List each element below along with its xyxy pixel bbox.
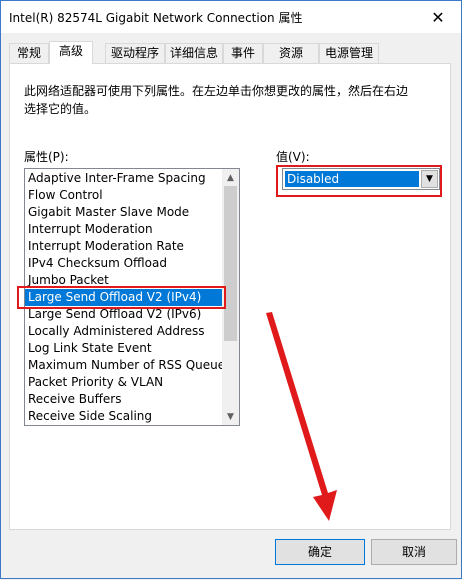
property-list-item[interactable]: Interrupt Moderation Rate	[25, 238, 223, 255]
tab-resources[interactable]: 资源	[263, 43, 319, 63]
cancel-button[interactable]: 取消	[371, 539, 457, 565]
ok-button[interactable]: 确定	[275, 539, 365, 565]
tab-general[interactable]: 常规	[9, 43, 49, 63]
tab-driver[interactable]: 驱动程序	[105, 43, 165, 63]
selected-item-highlight-box	[17, 286, 226, 309]
value-label: 值(V):	[276, 150, 310, 164]
tab-details[interactable]: 详细信息	[165, 43, 223, 63]
window-title: Intel(R) 82574L Gigabit Network Connecti…	[9, 11, 303, 25]
property-list-item[interactable]: Receive Side Scaling	[25, 408, 223, 425]
property-list-item[interactable]: Gigabit Master Slave Mode	[25, 204, 223, 221]
tab-events[interactable]: 事件	[223, 43, 263, 63]
scroll-up-icon[interactable]: ▲	[222, 169, 239, 186]
property-label: 属性(P):	[24, 150, 69, 164]
property-list-item[interactable]: Maximum Number of RSS Queue	[25, 357, 225, 374]
property-list-item[interactable]: Log Link State Event	[25, 340, 223, 357]
property-list-item[interactable]: Packet Priority & VLAN	[25, 374, 223, 391]
close-icon[interactable]: ✕	[415, 1, 461, 33]
property-list-item[interactable]: Flow Control	[25, 187, 223, 204]
properties-dialog: Intel(R) 82574L Gigabit Network Connecti…	[0, 0, 462, 579]
panel-description: 此网络适配器可使用下列属性。在左边单击你想更改的属性，然后在右边选择它的值。	[24, 84, 409, 116]
property-list-item[interactable]: Receive Buffers	[25, 391, 223, 408]
scrollbar-thumb[interactable]	[224, 186, 237, 341]
scroll-down-icon[interactable]: ▼	[222, 408, 239, 425]
property-list-item[interactable]: Interrupt Moderation	[25, 221, 223, 238]
title-bar: Intel(R) 82574L Gigabit Network Connecti…	[1, 1, 461, 33]
tab-advanced[interactable]: 高级	[49, 41, 93, 64]
property-list-item[interactable]: Adaptive Inter-Frame Spacing	[25, 170, 223, 187]
property-list-item[interactable]: IPv4 Checksum Offload	[25, 255, 223, 272]
property-list-item[interactable]: Locally Administered Address	[25, 323, 223, 340]
tab-power-management[interactable]: 电源管理	[319, 43, 379, 63]
dropdown-highlight-box	[276, 165, 442, 197]
